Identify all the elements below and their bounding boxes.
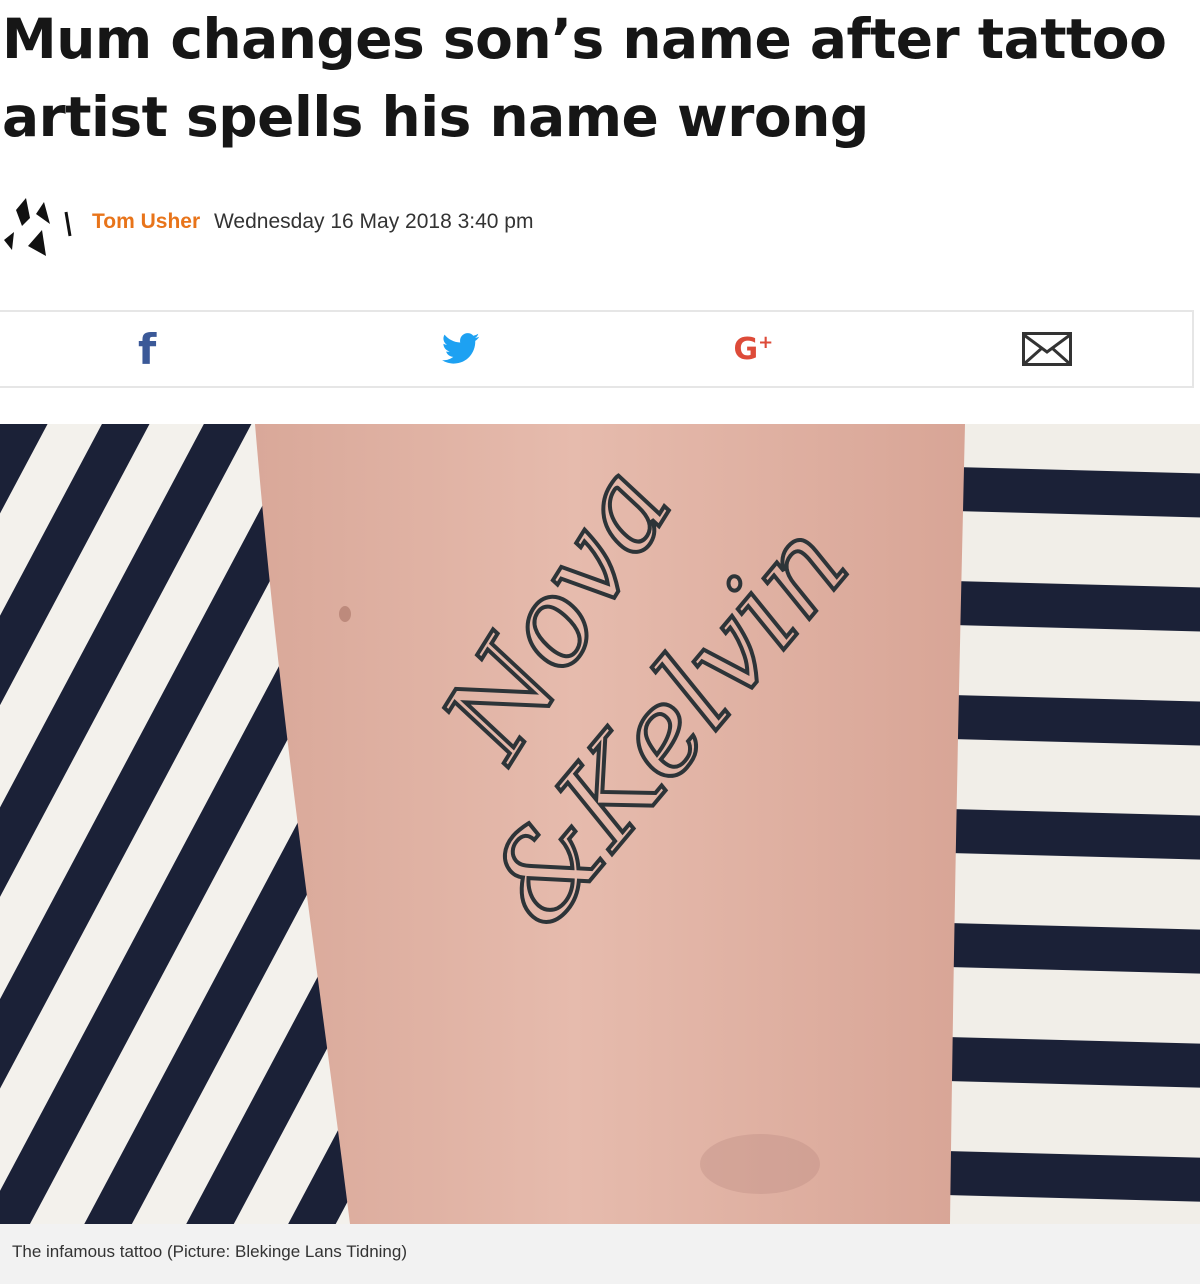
share-email-button[interactable]	[903, 312, 1192, 386]
facebook-icon: f	[138, 324, 157, 374]
author-link[interactable]: Tom Usher	[92, 210, 200, 233]
tattoo-photo-image: Nova &Kelvin	[0, 424, 1200, 1224]
googleplus-icon: G+	[733, 331, 774, 367]
share-facebook-button[interactable]: f	[0, 312, 307, 386]
article-headline: Mum changes son’s name after tattoo arti…	[2, 7, 1167, 149]
twitter-icon	[442, 333, 480, 364]
share-googleplus-button[interactable]: G+	[612, 312, 903, 386]
metro-logo-icon	[4, 198, 72, 256]
photo-caption-text: The infamous tattoo (Picture: Blekinge L…	[12, 1242, 407, 1261]
publish-date: Wednesday 16 May 2018 3:40 pm	[213, 210, 534, 233]
share-bar: f G+	[0, 310, 1194, 388]
photo-caption: The infamous tattoo (Picture: Blekinge L…	[0, 1224, 1200, 1284]
article-photo: Nova &Kelvin	[0, 424, 1200, 1224]
share-twitter-button[interactable]	[307, 312, 611, 386]
email-icon	[1022, 332, 1072, 366]
byline: Tom Usher Wednesday 16 May 2018 3:40 pm	[0, 188, 1200, 268]
